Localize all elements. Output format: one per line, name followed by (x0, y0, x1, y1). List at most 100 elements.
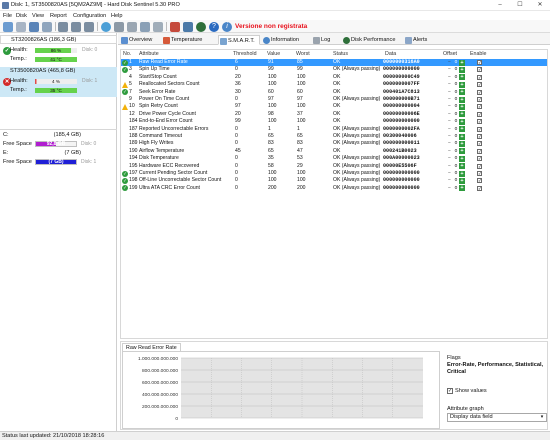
disk-icon[interactable] (58, 21, 68, 32)
enable-checkbox[interactable]: ✓ (477, 148, 482, 154)
volume-c[interactable]: C: (185,4 GB) Free Space 92,8 GB Disk: 0 (0, 129, 117, 147)
graph-tab[interactable]: Raw Read Error Rate (122, 343, 181, 351)
volume-e[interactable]: E: (7 GB) Free Space (7 GB) Disk: 1 (0, 148, 117, 166)
chart-icon[interactable] (170, 21, 180, 32)
col-header-data[interactable]: Data (385, 51, 396, 57)
offset-increase-button[interactable]: + (459, 66, 465, 73)
offset-decrease-button[interactable]: − (447, 134, 452, 139)
drive-icon[interactable] (114, 21, 124, 32)
disk-entry-1[interactable]: ST3500820AS (465,8 GB) ✕ Health: 4 % Dis… (0, 67, 117, 97)
offset-decrease-button[interactable]: − (447, 126, 452, 132)
table-row[interactable]: 4 Start/Stop Count 20 100 100 OK 000000000C49 −… (121, 74, 547, 81)
tab-smart[interactable]: S.M.A.R.T. (218, 35, 260, 45)
enable-checkbox[interactable]: ✓ (477, 163, 482, 169)
globe-icon[interactable] (101, 21, 111, 32)
menu-file[interactable]: File (3, 13, 12, 19)
maximize-button[interactable]: ☐ (510, 0, 530, 11)
disk-entry-0[interactable]: ST3200826AS (186,3 GB) ✓ Health: 86 % Di… (0, 35, 117, 67)
close-button[interactable]: ✕ (530, 0, 550, 11)
enable-checkbox[interactable]: ✓ (477, 156, 482, 162)
tab-log[interactable]: Log (312, 35, 340, 45)
enable-checkbox[interactable]: ✓ (477, 119, 482, 125)
col-header-value[interactable]: Value (267, 51, 280, 57)
menu-view[interactable]: View (32, 13, 44, 19)
menu-disk[interactable]: Disk (16, 13, 27, 19)
table-row[interactable]: 188 Command Timeout 0 65 65 OK (Always passin… (121, 133, 547, 140)
offset-increase-button[interactable]: + (459, 96, 465, 103)
offset-decrease-button[interactable]: − (447, 185, 452, 191)
enable-checkbox[interactable]: ✓ (477, 185, 482, 191)
col-header-no[interactable]: No. (123, 51, 131, 57)
refresh-icon[interactable] (3, 21, 13, 32)
disk-remove-icon[interactable] (84, 21, 94, 32)
offset-increase-button[interactable]: + (459, 111, 465, 118)
table-row[interactable]: ✓ 7 Seek Error Rate 30 60 60 OK 000401A7C813−0 +… (121, 89, 547, 96)
col-header-enable[interactable]: Enable (470, 51, 487, 57)
attribute-graph-select[interactable]: Display data field ▾ (447, 413, 547, 422)
tab-overview[interactable]: Overview (120, 35, 160, 45)
enable-checkbox[interactable]: ✓ (477, 104, 482, 110)
menu-configuration[interactable]: Configuration (73, 13, 106, 19)
unregistered-warning[interactable]: Versione non registrata (235, 23, 307, 30)
offset-increase-button[interactable]: + (459, 118, 465, 125)
offset-increase-button[interactable]: + (459, 74, 465, 81)
disk-add-icon[interactable] (71, 21, 81, 32)
menu-help[interactable]: Help (111, 13, 123, 19)
table-row[interactable]: ✓ 3 Spin Up Time 0 99 99 OK (Always passing) 00… (121, 66, 547, 73)
enable-checkbox[interactable]: ✓ (477, 171, 482, 176)
enable-checkbox[interactable]: ✓ (477, 74, 482, 80)
offset-decrease-button[interactable]: − (447, 171, 452, 176)
offset-increase-button[interactable]: + (459, 140, 465, 147)
table-row[interactable]: ✓ 1 Raw Read Error Rate 6 91 85 OK 0000000316A0… (121, 59, 547, 67)
disk-tools-icon[interactable] (127, 21, 137, 32)
col-header-attribute[interactable]: Attribute (139, 51, 159, 57)
offset-decrease-button[interactable]: − (447, 178, 452, 183)
show-values-checkbox[interactable]: ✓ (447, 388, 453, 394)
col-header-offset[interactable]: Offset (443, 51, 457, 57)
drive-settings-icon[interactable] (153, 21, 163, 32)
table-row[interactable]: ✓ 197 Current Pending Sector Count 0 100 100 O… (121, 170, 547, 177)
offset-increase-button[interactable]: + (459, 155, 465, 162)
tab-alerts[interactable]: Alerts (404, 35, 438, 45)
save-icon[interactable] (29, 21, 39, 32)
table-row[interactable]: 187 Reported Uncorrectable Errors 0 1 1 OK (A… (121, 126, 547, 133)
enable-checkbox[interactable]: ✓ (477, 97, 482, 102)
offset-increase-button[interactable]: + (459, 163, 465, 170)
table-row[interactable]: 189 High Fly Writes 0 83 83 OK (Always passin… (121, 140, 547, 147)
offset-decrease-button[interactable]: − (447, 60, 452, 65)
offset-increase-button[interactable]: + (459, 170, 465, 177)
table-row[interactable]: 184 End-to-End Error Count 99 100 100 OK 00000… (121, 118, 547, 125)
enable-checkbox[interactable]: ✓ (477, 141, 482, 147)
table-row[interactable]: 9 Power On Time Count 0 97 97 OK (Always pass… (121, 96, 547, 103)
enable-checkbox[interactable]: ✓ (477, 134, 482, 139)
help-icon[interactable]: ? (209, 21, 219, 32)
offset-decrease-button[interactable]: − (447, 148, 452, 154)
col-header-worst[interactable]: Worst (296, 51, 310, 57)
offset-increase-button[interactable]: + (459, 133, 465, 140)
send-icon[interactable] (42, 21, 52, 32)
col-header-threshold[interactable]: Threshold (233, 51, 257, 57)
info-icon[interactable]: i (222, 21, 232, 32)
offset-decrease-button[interactable]: − (447, 141, 452, 146)
statistics-icon[interactable] (183, 21, 193, 32)
offset-decrease-button[interactable]: − (447, 89, 452, 95)
report-icon[interactable] (16, 21, 26, 32)
col-header-status[interactable]: Status (333, 51, 348, 57)
enable-checkbox[interactable]: ✓ (477, 67, 482, 73)
offset-increase-button[interactable]: + (459, 81, 465, 88)
table-row[interactable]: 194 Disk Temperature 0 35 53 OK (Always passi… (121, 155, 547, 162)
table-row[interactable]: 190 Airflow Temperature 45 65 47 OK 000241B002… (121, 148, 547, 155)
enable-checkbox[interactable]: ✓ (477, 111, 482, 117)
table-row[interactable]: 12 Drive Power Cycle Count 20 98 37 OK 0000000… (121, 111, 547, 118)
offset-increase-button[interactable]: + (459, 177, 465, 184)
enable-checkbox[interactable]: ✓ (477, 60, 482, 65)
offset-increase-button[interactable]: + (459, 59, 465, 66)
offset-increase-button[interactable]: + (459, 185, 465, 192)
enable-checkbox[interactable]: ✓ (477, 126, 482, 132)
offset-decrease-button[interactable]: − (447, 82, 452, 87)
power-icon[interactable] (196, 21, 206, 32)
offset-decrease-button[interactable]: − (447, 104, 452, 109)
menu-report[interactable]: Report (50, 13, 67, 19)
offset-decrease-button[interactable]: − (447, 67, 452, 72)
table-row[interactable]: 195 Hardware ECC Recovered 0 58 29 OK (Always… (121, 163, 547, 170)
